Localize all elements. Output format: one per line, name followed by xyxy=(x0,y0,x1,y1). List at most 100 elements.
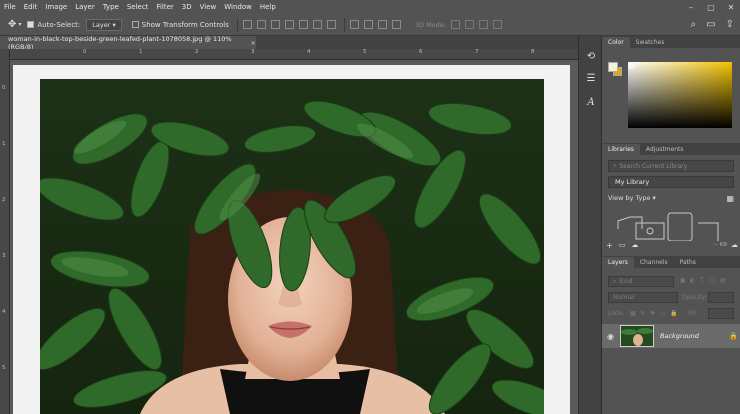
history-icon[interactable]: ⟲ xyxy=(583,48,599,64)
view-by-type-dropdown[interactable]: View by Type ▾ xyxy=(608,194,656,202)
library-dropdown[interactable]: My Library xyxy=(608,176,734,188)
tab-adjustments[interactable]: Adjustments xyxy=(640,144,690,155)
menu-select[interactable]: Select xyxy=(127,3,149,11)
photo-image[interactable] xyxy=(40,79,544,414)
library-name: My Library xyxy=(615,178,650,186)
ruler-label: 5 xyxy=(363,49,367,55)
menu-window[interactable]: Window xyxy=(224,3,252,11)
filter-smart-object-icon[interactable]: ▤ xyxy=(720,277,726,284)
foreground-color[interactable] xyxy=(608,62,618,72)
filter-shape-icon[interactable]: ▢ xyxy=(710,277,716,284)
menu-type[interactable]: Type xyxy=(103,3,119,11)
add-icon[interactable]: + xyxy=(606,241,613,250)
opacity-input[interactable] xyxy=(708,292,734,303)
align-middle-icon[interactable] xyxy=(298,20,308,29)
align-left-icon[interactable] xyxy=(242,20,252,29)
view-by-type-label: View by Type xyxy=(608,194,651,202)
align-center-icon[interactable] xyxy=(256,20,266,29)
align-bottom-icon[interactable] xyxy=(312,20,322,29)
menu-image[interactable]: Image xyxy=(45,3,67,11)
lock-position-icon[interactable]: ✥ xyxy=(650,310,655,317)
visibility-eye-icon[interactable]: ◉ xyxy=(607,332,614,341)
tab-swatches[interactable]: Swatches xyxy=(630,37,671,48)
cloud-icon[interactable]: ☁ xyxy=(631,241,638,249)
document-canvas[interactable] xyxy=(13,65,570,414)
color-panel-header: Color Swatches xyxy=(602,36,740,48)
ruler-label: 7 xyxy=(475,49,479,55)
auto-select-dropdown[interactable]: Layer ▾ xyxy=(86,18,122,31)
distribute-horizontal-icon[interactable] xyxy=(349,20,359,29)
view-by-type-row: View by Type ▾ ▦ xyxy=(608,193,734,203)
workspace-icon[interactable]: ▭ xyxy=(706,19,715,30)
menu-help[interactable]: Help xyxy=(260,3,276,11)
color-field[interactable] xyxy=(628,62,732,128)
distribute-vertical-icon[interactable] xyxy=(363,20,373,29)
lock-artboard-icon[interactable]: ▭ xyxy=(660,310,666,317)
lock-pixels-icon[interactable]: ▦ xyxy=(630,310,636,317)
document-tab[interactable]: woman-in-black-top-beside-green-leafed-p… xyxy=(0,35,256,51)
properties-icon[interactable]: ☰ xyxy=(583,70,599,86)
minimize-icon[interactable]: – xyxy=(684,0,698,14)
align-top-icon[interactable] xyxy=(284,20,294,29)
distribute-spacing-icon[interactable] xyxy=(391,20,401,29)
menu-3d[interactable]: 3D xyxy=(182,3,192,11)
cloud-sync-icon[interactable]: ☁ xyxy=(731,241,738,249)
roll-3d-icon[interactable] xyxy=(464,20,474,29)
layer-thumbnail-image xyxy=(621,326,653,346)
layer-filter-dropdown[interactable]: ⌕ Kind xyxy=(608,276,674,287)
menu-view[interactable]: View xyxy=(200,3,217,11)
menu-filter[interactable]: Filter xyxy=(156,3,173,11)
layers-panel-header: Layers Channels Paths xyxy=(602,256,740,268)
tab-paths[interactable]: Paths xyxy=(674,257,702,268)
layers-panel: Layers Channels Paths ⌕ Kind ▣ ◐ T ▢ ▤ N… xyxy=(602,256,740,414)
ruler-label: 0 xyxy=(83,49,87,55)
library-search-input[interactable]: ⌕ Search Current Library xyxy=(608,160,734,172)
tab-libraries[interactable]: Libraries xyxy=(602,144,640,155)
distribute-center-icon[interactable] xyxy=(377,20,387,29)
share-icon[interactable]: ⇪ xyxy=(726,19,734,30)
filter-adjustment-icon[interactable]: ◐ xyxy=(690,277,695,284)
menu-edit[interactable]: Edit xyxy=(24,3,38,11)
opacity-label: Opacity: xyxy=(682,294,707,301)
blend-mode-dropdown[interactable]: Normal xyxy=(608,292,678,303)
slide-3d-icon[interactable] xyxy=(492,20,502,29)
mode-3d-label: 3D Mode: xyxy=(414,20,446,29)
tab-color[interactable]: Color xyxy=(602,37,630,48)
tab-layers[interactable]: Layers xyxy=(602,257,634,268)
close-tab-icon[interactable]: × xyxy=(251,39,256,47)
menu-file[interactable]: File xyxy=(4,3,16,11)
orbit-3d-icon[interactable] xyxy=(450,20,460,29)
show-transform-label: Show Transform Controls xyxy=(141,20,229,29)
close-icon[interactable]: ✕ xyxy=(724,0,738,14)
lock-icon: 🔒 xyxy=(729,332,738,340)
filter-pixel-icon[interactable]: ▣ xyxy=(680,277,686,284)
fill-input[interactable] xyxy=(708,308,734,319)
character-icon[interactable]: A xyxy=(583,94,599,110)
distribute-icon[interactable] xyxy=(326,20,336,29)
folder-icon[interactable]: ▭ xyxy=(619,241,626,249)
color-picker-marker[interactable] xyxy=(629,64,634,69)
foreground-background-swatch[interactable] xyxy=(608,62,622,76)
separator xyxy=(343,17,345,32)
filter-type-icon[interactable]: T xyxy=(700,277,704,284)
ruler-label: 2 xyxy=(2,197,6,203)
lock-paint-icon[interactable]: ✎ xyxy=(640,310,645,317)
layer-row-background[interactable]: ◉ Background 🔒 xyxy=(602,324,740,348)
ruler-label: 2 xyxy=(195,49,199,55)
blend-mode-value: Normal xyxy=(613,294,635,301)
menu-layer[interactable]: Layer xyxy=(75,3,95,11)
show-transform-checkbox[interactable] xyxy=(131,21,139,28)
align-right-icon[interactable] xyxy=(270,20,280,29)
search-icon[interactable]: ⌕ xyxy=(691,19,697,30)
auto-select-checkbox[interactable] xyxy=(27,21,35,28)
grid-view-icon[interactable]: ▦ xyxy=(726,194,734,203)
canvas-workspace[interactable] xyxy=(10,60,578,414)
pan-3d-icon[interactable] xyxy=(478,20,488,29)
move-tool-icon[interactable]: ✥ xyxy=(8,19,16,30)
layer-filter-label: Kind xyxy=(619,278,633,285)
lock-all-icon[interactable]: 🔒 xyxy=(670,310,677,317)
maximize-icon[interactable]: ▢ xyxy=(704,0,718,14)
tab-channels[interactable]: Channels xyxy=(634,257,674,268)
ruler-label: 6 xyxy=(419,49,423,55)
chevron-down-icon[interactable]: ▾ xyxy=(18,21,21,28)
